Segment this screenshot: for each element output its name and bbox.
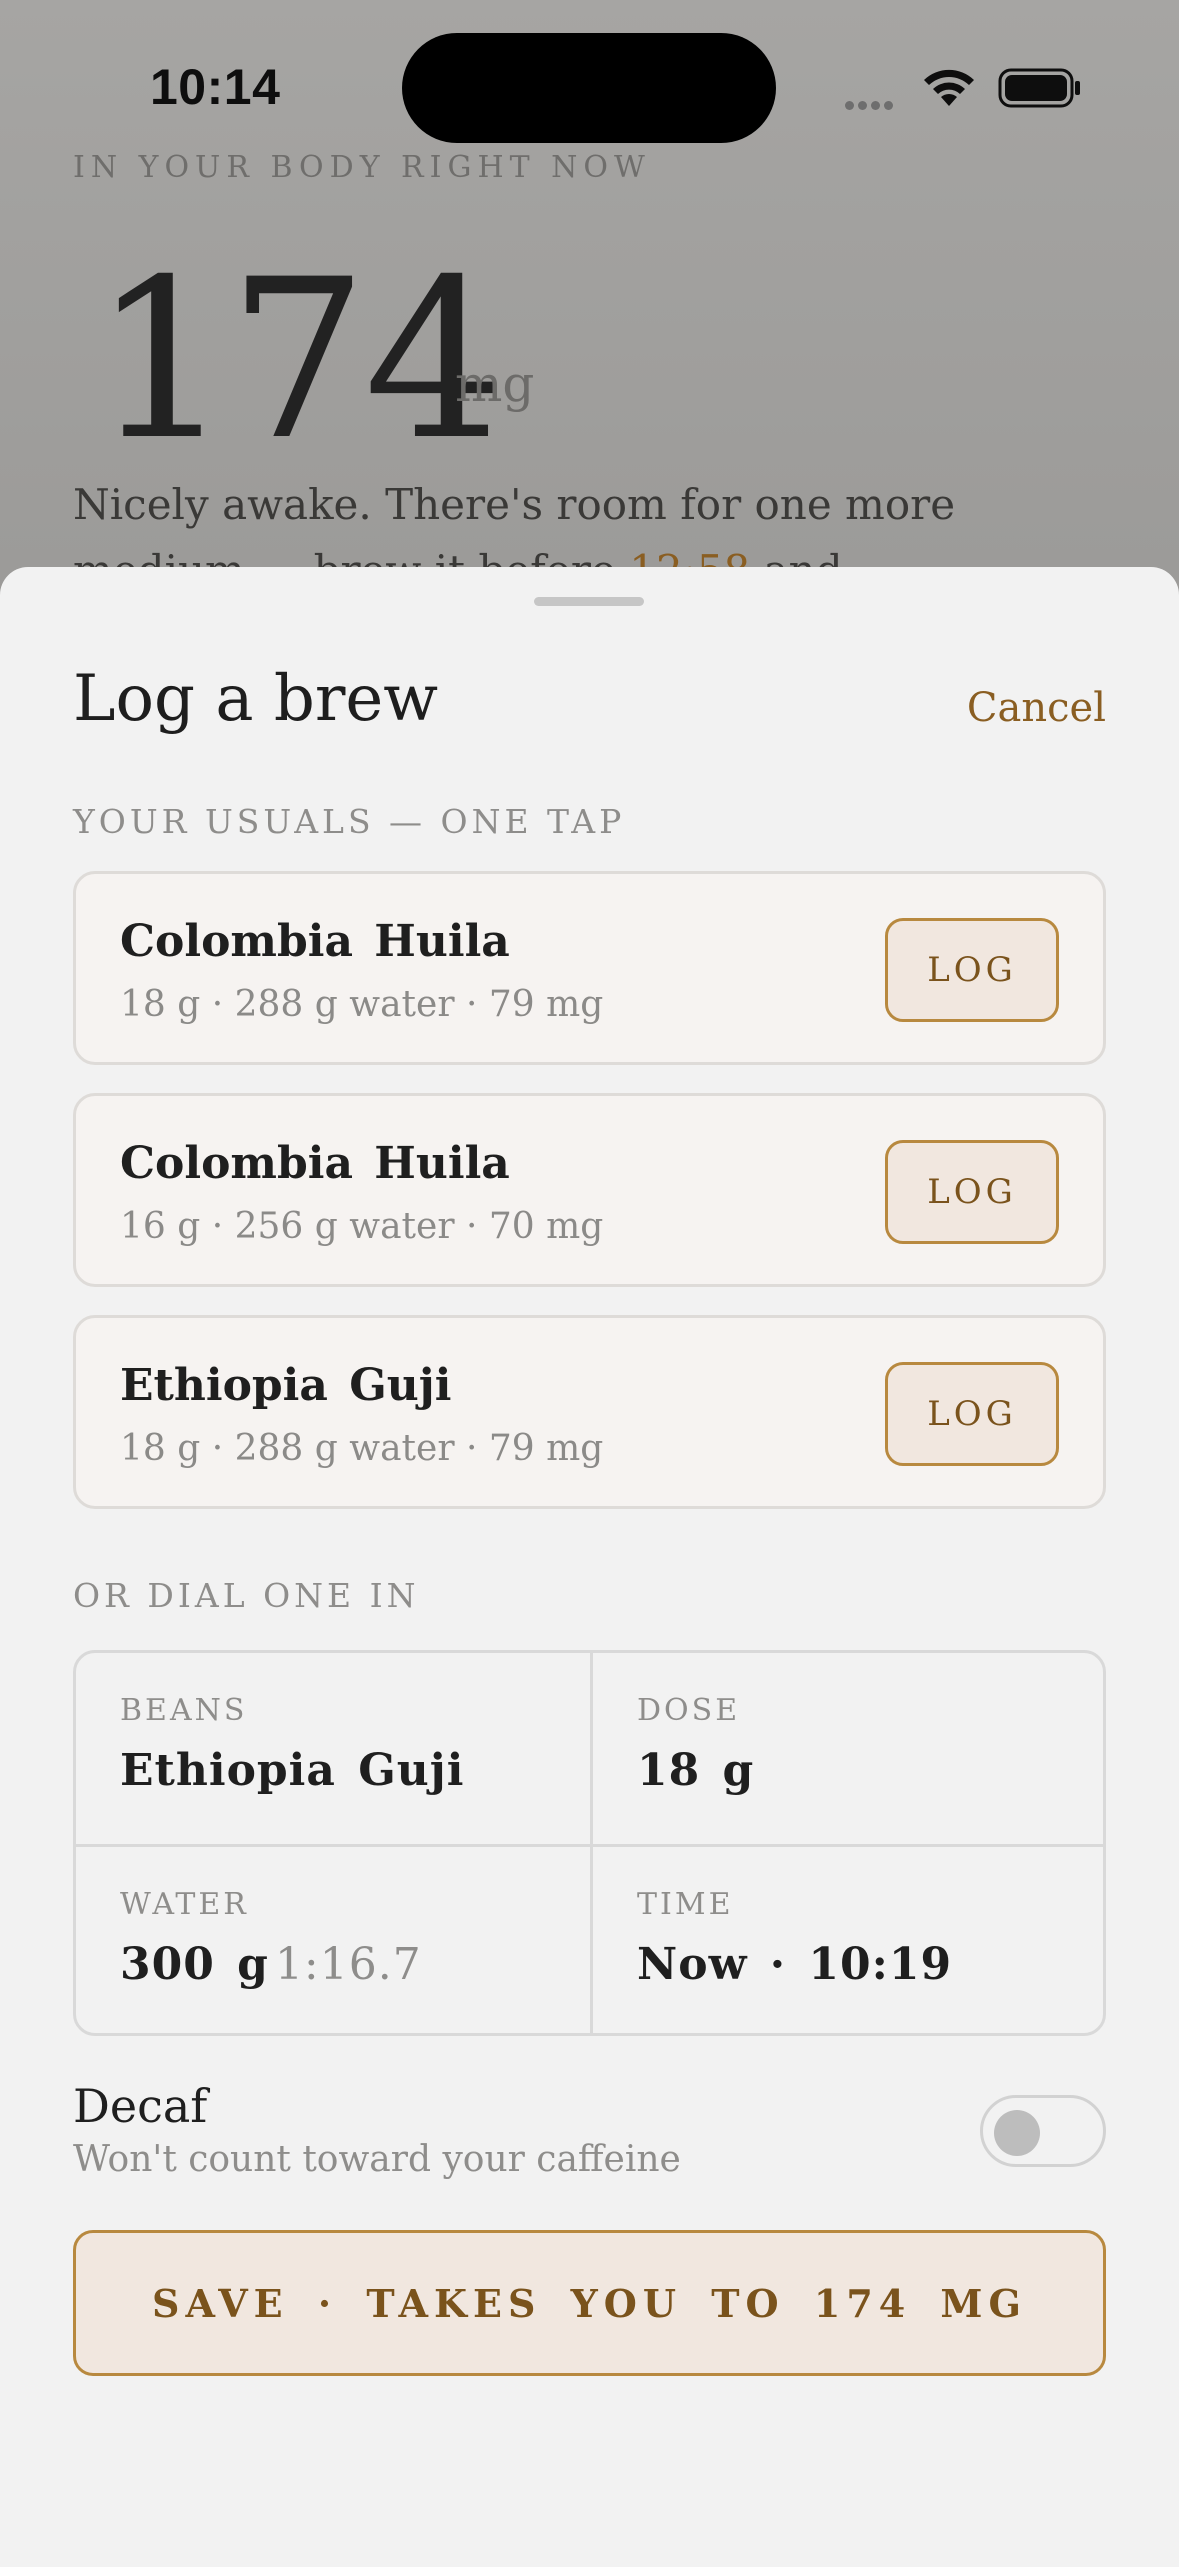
dial-in-grid: BEANS Ethiopia Guji DOSE 18 g WATER 300 … <box>73 1650 1106 2036</box>
beans-value: Ethiopia Guji <box>120 1745 465 1796</box>
water-label: WATER <box>120 1887 249 1922</box>
body-caffeine-caption: IN YOUR BODY RIGHT NOW <box>73 150 651 185</box>
time-value: Now · 10:19 <box>637 1939 953 1990</box>
battery-icon <box>998 68 1080 108</box>
dynamic-island <box>402 33 776 143</box>
usual-brew-card: Colombia Huila 18 g · 288 g water · 79 m… <box>73 871 1106 1065</box>
toggle-knob <box>994 2110 1040 2156</box>
decaf-subtitle: Won't count toward your caffeine <box>73 2139 681 2180</box>
dose-value: 18 g <box>637 1745 755 1796</box>
wifi-icon <box>924 69 974 106</box>
sheet-title: Log a brew <box>73 662 439 736</box>
log-usual-button[interactable]: LOG <box>885 1140 1059 1244</box>
save-button[interactable]: SAVE · TAKES YOU TO 174 MG <box>73 2230 1106 2376</box>
usual-brew-name: Colombia Huila <box>120 916 510 967</box>
usual-brew-name: Ethiopia Guji <box>120 1360 452 1411</box>
brew-ratio: 1:16.7 <box>274 1939 422 1990</box>
caffeine-unit: mg <box>455 355 535 413</box>
decaf-title: Decaf <box>73 2079 208 2133</box>
log-usual-button[interactable]: LOG <box>885 918 1059 1022</box>
usuals-section-label: YOUR USUALS — ONE TAP <box>73 802 626 841</box>
caffeine-value: 174 <box>92 232 504 488</box>
cancel-button[interactable]: Cancel <box>967 685 1106 731</box>
water-value: 300 g <box>120 1939 269 1990</box>
decaf-toggle[interactable] <box>980 2095 1106 2167</box>
usual-brew-card: Colombia Huila 16 g · 256 g water · 70 m… <box>73 1093 1106 1287</box>
water-field[interactable]: WATER 300 g 1:16.7 <box>76 1847 593 2033</box>
sheet-grabber[interactable] <box>534 597 644 606</box>
status-bar-time: 10:14 <box>150 59 281 115</box>
water-value-row: 300 g 1:16.7 <box>120 1939 422 1990</box>
usual-brew-card: Ethiopia Guji 18 g · 288 g water · 79 mg… <box>73 1315 1106 1509</box>
log-brew-sheet: Log a brew Cancel YOUR USUALS — ONE TAP … <box>0 567 1179 2567</box>
time-label: TIME <box>637 1887 734 1922</box>
usual-brew-details: 18 g · 288 g water · 79 mg <box>120 984 604 1025</box>
usual-brew-name: Colombia Huila <box>120 1138 510 1189</box>
dose-field[interactable]: DOSE 18 g <box>593 1653 1103 1847</box>
log-usual-button[interactable]: LOG <box>885 1362 1059 1466</box>
usual-brew-details: 16 g · 256 g water · 70 mg <box>120 1206 604 1247</box>
beans-label: BEANS <box>120 1693 248 1728</box>
beans-field[interactable]: BEANS Ethiopia Guji <box>76 1653 593 1847</box>
time-field[interactable]: TIME Now · 10:19 <box>593 1847 1103 2033</box>
dial-section-label: OR DIAL ONE IN <box>73 1576 420 1615</box>
cellular-signal-icon <box>845 95 897 114</box>
dose-label: DOSE <box>637 1693 741 1728</box>
usual-brew-details: 18 g · 288 g water · 79 mg <box>120 1428 604 1469</box>
